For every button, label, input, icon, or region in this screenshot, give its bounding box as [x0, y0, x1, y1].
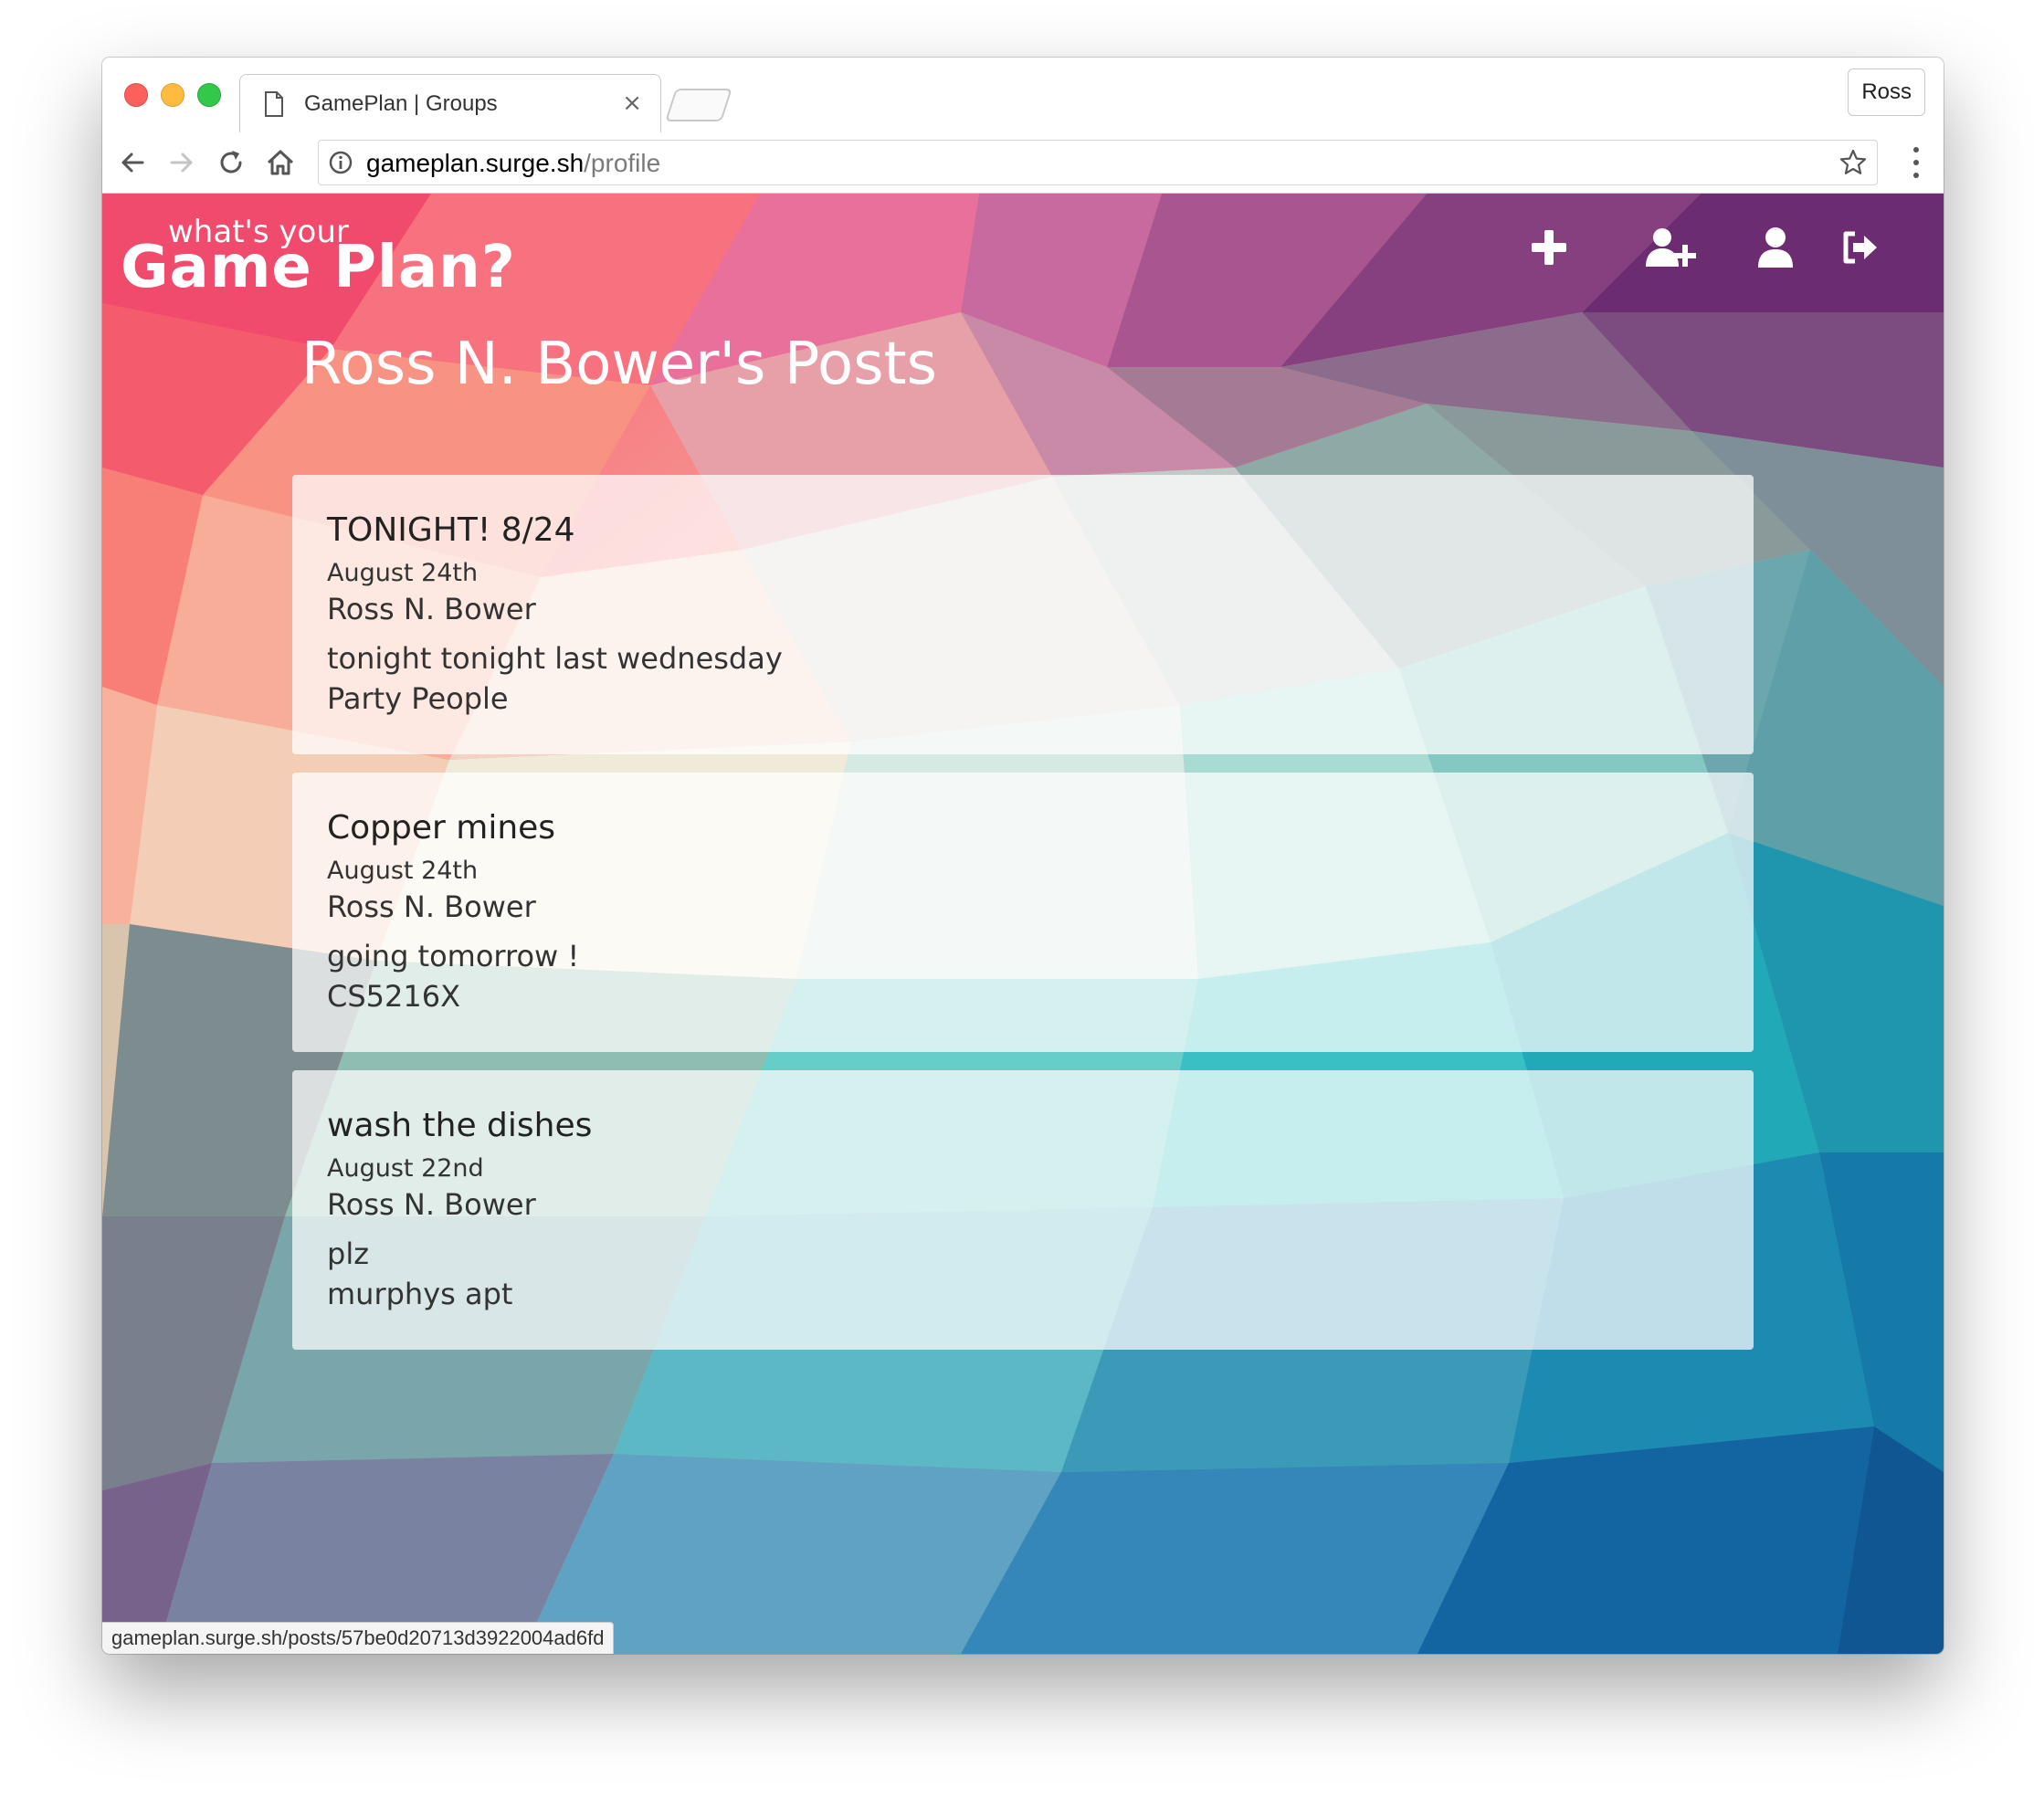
posts-list: TONIGHT! 8/24 August 24th Ross N. Bower … — [292, 475, 1754, 1368]
profile-button[interactable]: Ross — [1848, 68, 1925, 116]
address-bar[interactable]: gameplan.surge.sh/profile — [318, 140, 1878, 185]
tab-strip: GamePlan | Groups × Ross — [102, 58, 1944, 133]
more-menu-icon[interactable] — [1911, 145, 1922, 180]
post-author: Ross N. Bower — [327, 1187, 536, 1222]
maximize-window-button[interactable] — [197, 83, 221, 107]
post-title: TONIGHT! 8/24 — [327, 511, 575, 549]
browser-toolbar: gameplan.surge.sh/profile — [102, 132, 1944, 194]
close-window-button[interactable] — [124, 83, 148, 107]
page-content: what's your Game Plan? Ross N. Bower's P… — [102, 194, 1944, 1654]
url-host: gameplan.surge.sh — [366, 149, 585, 177]
tab-title: GamePlan | Groups — [304, 91, 498, 116]
post-author: Ross N. Bower — [327, 592, 536, 626]
gameplan-logo[interactable]: what's your Game Plan? — [121, 214, 522, 301]
post-group: Party People — [327, 681, 509, 716]
post-date: August 24th — [327, 857, 479, 885]
plus-icon[interactable] — [1528, 226, 1570, 268]
post-description: plz — [327, 1236, 369, 1271]
post-card[interactable]: TONIGHT! 8/24 August 24th Ross N. Bower … — [292, 475, 1754, 754]
post-title: wash the dishes — [327, 1107, 593, 1144]
post-group: CS5216X — [327, 979, 461, 1014]
url-path: /profile — [584, 149, 661, 177]
post-card[interactable]: Copper mines August 24th Ross N. Bower g… — [292, 773, 1754, 1052]
post-card[interactable]: wash the dishes August 22nd Ross N. Bowe… — [292, 1070, 1754, 1350]
browser-tab[interactable]: GamePlan | Groups × — [239, 74, 661, 133]
minimize-window-button[interactable] — [161, 83, 184, 107]
reload-icon[interactable] — [214, 145, 248, 180]
post-description: tonight tonight last wednesday — [327, 641, 783, 676]
post-date: August 22nd — [327, 1154, 484, 1183]
document-icon — [265, 91, 283, 117]
sign-out-icon[interactable] — [1839, 226, 1881, 268]
new-tab-button[interactable] — [665, 89, 732, 121]
url-text: gameplan.surge.sh/profile — [366, 149, 660, 178]
post-group: murphys apt — [327, 1277, 513, 1311]
browser-window: GamePlan | Groups × Ross gameplan.surge.… — [102, 58, 1944, 1654]
add-user-icon[interactable] — [1644, 226, 1697, 268]
tab-close-icon[interactable]: × — [622, 89, 642, 117]
back-arrow-icon[interactable] — [115, 145, 150, 180]
post-date: August 24th — [327, 559, 479, 587]
post-description: going tomorrow ! — [327, 939, 580, 973]
post-author: Ross N. Bower — [327, 889, 536, 924]
bookmark-star-icon[interactable] — [1839, 148, 1868, 177]
info-icon[interactable] — [328, 150, 353, 175]
page-title: Ross N. Bower's Posts — [301, 331, 937, 398]
logo-wordmark: Game Plan? — [121, 234, 516, 301]
user-icon[interactable] — [1754, 226, 1796, 268]
post-title: Copper mines — [327, 809, 556, 847]
forward-arrow-icon[interactable] — [164, 145, 199, 180]
status-bar-url: gameplan.surge.sh/posts/57be0d20713d3922… — [102, 1622, 615, 1654]
home-icon[interactable] — [263, 145, 298, 180]
